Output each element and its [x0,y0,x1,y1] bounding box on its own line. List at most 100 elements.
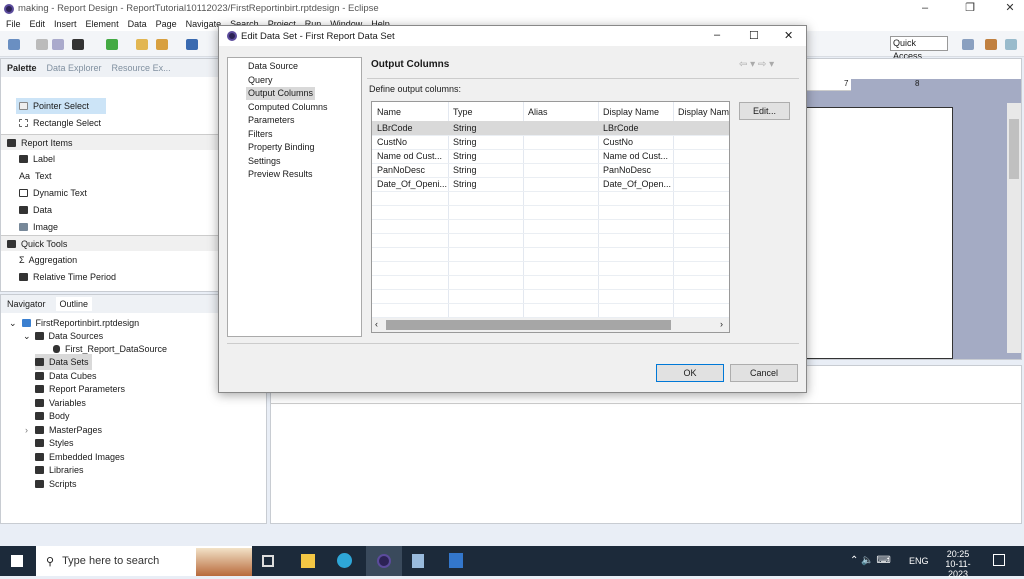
app-icon[interactable] [412,554,424,568]
windows-start-icon[interactable] [11,555,23,567]
column-header[interactable]: Display Name [673,105,729,119]
brush-icon[interactable] [156,39,168,50]
palette-item-aggregation[interactable]: Σ Aggregation [19,252,77,268]
dialog-minimize-button[interactable]: – [714,29,720,41]
folder-icon [35,439,44,447]
pointer-icon [19,102,28,110]
menu-data[interactable]: Data [128,17,147,31]
save-all-icon[interactable] [52,39,64,50]
date: 10-11-2023 [945,559,971,579]
dialog-title: Edit Data Set - First Report Data Set [241,30,395,42]
tab-outline[interactable]: Outline [55,297,93,311]
quick-access-input[interactable]: Quick Access [890,36,948,61]
run-icon[interactable] [72,39,84,50]
tab-data-explorer[interactable]: Data Explorer [47,63,102,73]
palette-item-text[interactable]: Aa Text [19,168,52,184]
tool-label: Rectangle Select [33,118,102,128]
dialog-close-button[interactable]: ✕ [784,29,793,42]
minimize-button[interactable]: – [905,0,945,17]
debug-icon[interactable] [106,39,118,50]
table-row[interactable]: Date_Of_Openi... String Date_Of_Open... [372,177,729,191]
tray-icons[interactable]: ⌃ 🔈 ⌨ [850,555,891,566]
chevron-down-icon: ⌄ [9,318,17,328]
menu-page[interactable]: Page [156,17,177,31]
item-label: Relative Time Period [33,272,117,282]
table-row[interactable]: LBrCode String LBrCode [372,121,729,135]
horizontal-scrollbar[interactable]: ‹ › [372,318,729,332]
monitor-icon[interactable] [186,39,198,50]
column-header[interactable]: Display Name [598,105,673,119]
cancel-button[interactable]: Cancel [730,364,798,382]
report-file-icon [21,319,31,327]
table-row[interactable]: CustNo String CustNo [372,135,729,149]
nav-property-binding[interactable]: Property Binding [246,141,317,154]
menu-element[interactable]: Element [86,17,119,31]
item-label: Image [33,222,59,232]
nav-query[interactable]: Query [246,74,275,87]
nav-data-source[interactable]: Data Source [246,60,300,73]
tree-item-scripts[interactable]: Scripts [35,476,80,492]
vertical-scrollbar[interactable] [1007,103,1021,353]
back-forward-icon[interactable]: ⇦ ▾ ⇨ ▾ [739,59,774,70]
open-icon[interactable] [136,39,148,50]
palette-item-label[interactable]: Label [19,151,55,167]
debug-perspective-icon[interactable] [985,39,997,50]
scroll-left-icon[interactable]: ‹ [375,319,378,329]
palette-item-relative-time-period[interactable]: Relative Time Period [19,269,116,285]
menu-file[interactable]: File [6,17,21,31]
nav-preview-results[interactable]: Preview Results [246,168,315,181]
task-view-icon[interactable] [262,555,274,567]
palette-item-data[interactable]: Data [19,202,52,218]
menu-insert[interactable]: Insert [54,17,77,31]
taskbar-search[interactable]: ⚲ Type here to search [36,546,252,576]
eclipse-taskbar-button[interactable] [366,546,402,576]
search-highlight-image [196,548,252,576]
database-icon [53,345,60,353]
menu-navigate[interactable]: Navigate [186,17,222,31]
clock[interactable]: 20:25 10-11-2023 [938,549,978,579]
perspective-icon[interactable] [962,39,974,50]
pointer-select-tool[interactable]: Pointer Select [16,98,106,114]
rectangle-select-tool[interactable]: Rectangle Select [19,115,101,131]
scroll-right-icon[interactable]: › [720,319,723,329]
row-line [372,219,729,220]
file-explorer-icon[interactable] [301,554,315,568]
tab-resource-explorer[interactable]: Resource Ex... [112,63,171,73]
ok-button[interactable]: OK [656,364,724,382]
menu-edit[interactable]: Edit [30,17,46,31]
close-button[interactable]: ✕ [990,0,1024,17]
text-icon: Aa [19,171,31,181]
nav-filters[interactable]: Filters [246,128,275,141]
tab-palette[interactable]: Palette [7,63,37,73]
table-row[interactable]: Name od Cust... String Name od Cust... [372,149,729,163]
scrollbar-thumb[interactable] [386,320,671,330]
column-header[interactable]: Name [372,105,447,119]
report-design-perspective-icon[interactable] [1005,39,1017,50]
table-cell: LBrCode [377,123,413,133]
palette-item-dynamic-text[interactable]: Dynamic Text [19,185,87,201]
language-indicator[interactable]: ENG [909,556,929,566]
save-icon[interactable] [36,39,48,50]
nav-output-columns[interactable]: Output Columns [246,87,316,100]
edit-button[interactable]: Edit... [739,102,790,120]
restore-button[interactable]: ❐ [950,0,990,17]
divider [367,78,799,79]
new-icon[interactable] [8,39,20,50]
nav-parameters[interactable]: Parameters [246,114,297,127]
dialog-maximize-button[interactable]: ☐ [749,29,759,42]
time: 20:25 [946,549,970,559]
notification-icon[interactable] [993,554,1005,566]
table-cell: String [453,165,477,175]
chevron-right-icon[interactable]: › [25,422,28,438]
nav-settings[interactable]: Settings [246,155,283,168]
tab-navigator[interactable]: Navigator [7,299,46,309]
palette-item-image[interactable]: Image [19,219,58,235]
item-label: Data [33,205,53,215]
column-header[interactable]: Alias [523,105,598,119]
edge-icon[interactable] [337,553,352,568]
remote-app-icon[interactable] [449,553,463,568]
column-header[interactable]: Type [448,105,523,119]
table-row[interactable]: PanNoDesc String PanNoDesc [372,163,729,177]
ruler-label: 8 [915,79,920,88]
nav-computed-columns[interactable]: Computed Columns [246,101,330,114]
